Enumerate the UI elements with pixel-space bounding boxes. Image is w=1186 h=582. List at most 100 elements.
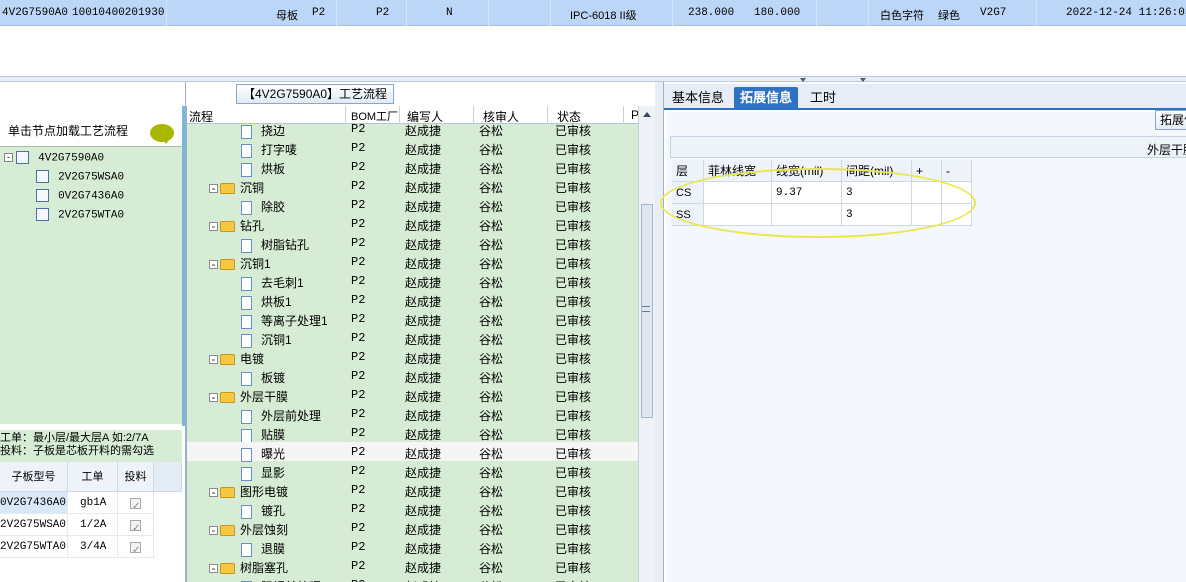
process-step-label: 外层蚀刻 bbox=[240, 523, 289, 537]
table-row[interactable]: 树脂钻孔 P2 赵成捷 谷松 已审核 bbox=[187, 233, 638, 253]
process-step-cell: 外层前处理 bbox=[241, 407, 321, 424]
tree-node-child[interactable]: 2V2G75WTA0 bbox=[36, 208, 124, 221]
table-cell[interactable]: 2V2G75WSA0 bbox=[0, 514, 68, 536]
document-icon bbox=[241, 333, 252, 348]
grade-cell: IPC-6018 II级 bbox=[570, 10, 637, 22]
table-row[interactable]: 烘板1 P2 赵成捷 谷松 已审核 bbox=[187, 290, 638, 310]
bom-factory-cell: P2 bbox=[351, 388, 366, 402]
table-row[interactable]: 烘板 P2 赵成捷 谷松 已审核 bbox=[187, 157, 638, 177]
process-flow-grid: 流程 BOM工厂 编写人 核审人 状态 P 挠边P2赵成捷谷松已审核打字唛P2赵… bbox=[186, 106, 638, 582]
status-cell: 已审核 bbox=[555, 257, 592, 271]
table-row[interactable]: - 树脂塞孔 P2 赵成捷 谷松 已审核 bbox=[187, 556, 638, 575]
order-number-cell: 10010400201930 bbox=[72, 7, 165, 19]
table-cell[interactable] bbox=[118, 514, 154, 536]
collapse-icon[interactable]: - bbox=[209, 182, 218, 194]
table-row[interactable]: - 图形电镀 P2 赵成捷 谷松 已审核 bbox=[187, 480, 638, 499]
collapse-icon[interactable]: - bbox=[209, 391, 218, 403]
table-cell[interactable] bbox=[118, 492, 154, 514]
vertical-splitter[interactable] bbox=[655, 82, 664, 582]
vertical-scrollbar[interactable] bbox=[638, 106, 655, 582]
table-row[interactable]: 贴膜 P2 赵成捷 谷松 已审核 bbox=[187, 423, 638, 443]
collapse-icon[interactable]: - bbox=[209, 258, 218, 270]
table-row[interactable]: 去毛刺1 P2 赵成捷 谷松 已审核 bbox=[187, 271, 638, 291]
process-step-cell: - 图形电镀 bbox=[209, 483, 288, 500]
selected-order-row[interactable]: 4V2G7590A0 10010400201930 母板 P2 P2 N IPC… bbox=[0, 0, 1186, 26]
table-row[interactable]: 曝光 P2 赵成捷 谷松 已审核 bbox=[187, 442, 638, 462]
column-header[interactable]: 投料 bbox=[118, 462, 154, 492]
table-cell[interactable]: 3/4A bbox=[68, 536, 118, 558]
writer-cell: 赵成捷 bbox=[405, 578, 441, 582]
bom-factory-cell: P2 bbox=[351, 540, 366, 554]
table-cell[interactable]: gb1A bbox=[68, 492, 118, 514]
writer-cell: 赵成捷 bbox=[405, 504, 442, 518]
folder-icon bbox=[220, 487, 235, 499]
table-row[interactable]: 镀孔 P2 赵成捷 谷松 已审核 bbox=[187, 499, 638, 519]
table-row[interactable]: - 沉铜 P2 赵成捷 谷松 已审核 bbox=[187, 176, 638, 195]
process-step-cell: 镀孔 bbox=[241, 502, 285, 519]
column-header[interactable]: - bbox=[942, 160, 972, 182]
table-row[interactable]: - 外层蚀刻 P2 赵成捷 谷松 已审核 bbox=[187, 518, 638, 537]
writer-cell: 赵成捷 bbox=[405, 523, 442, 537]
highlight-ellipse bbox=[660, 168, 976, 238]
tree-node-child[interactable]: 2V2G75WSA0 bbox=[36, 170, 124, 183]
table-row[interactable]: 等离子处理1 P2 赵成捷 谷松 已审核 bbox=[187, 309, 638, 329]
writer-cell: 赵成捷 bbox=[405, 257, 442, 271]
feed-checkbox[interactable] bbox=[130, 540, 141, 557]
table-row[interactable]: 退膜 P2 赵成捷 谷松 已审核 bbox=[187, 537, 638, 557]
table-row[interactable]: 外层前处理 P2 赵成捷 谷松 已审核 bbox=[187, 404, 638, 424]
splitter-arrow-icon[interactable] bbox=[800, 78, 806, 82]
splitter-arrow-icon[interactable] bbox=[860, 78, 866, 82]
reviewer-cell: 谷松 bbox=[479, 466, 504, 480]
comment-bubble-icon[interactable] bbox=[150, 124, 174, 144]
tree-node-child[interactable]: 0V2G7436A0 bbox=[36, 189, 124, 202]
collapse-icon[interactable]: - bbox=[209, 353, 218, 365]
process-step-label: 沉铜1 bbox=[240, 257, 271, 271]
table-row[interactable]: - 电镀 P2 赵成捷 谷松 已审核 bbox=[187, 347, 638, 366]
tab-work-hours[interactable]: 工时 bbox=[804, 87, 842, 109]
process-step-label: 去毛刺1 bbox=[261, 276, 304, 290]
status-cell: 已审核 bbox=[555, 143, 592, 157]
writer-cell: 赵成捷 bbox=[405, 295, 442, 309]
collapse-icon[interactable]: - bbox=[209, 562, 218, 574]
scroll-up-icon[interactable] bbox=[643, 112, 651, 117]
column-header[interactable]: 子板型号 bbox=[0, 462, 68, 492]
table-row[interactable]: - 钻孔 P2 赵成捷 谷松 已审核 bbox=[187, 214, 638, 233]
writer-cell: 赵成捷 bbox=[405, 485, 442, 499]
table-cell[interactable]: 0V2G7436A0 bbox=[0, 492, 68, 514]
collapse-icon[interactable]: - bbox=[4, 153, 13, 162]
process-step-cell: 阻焊前处理 bbox=[241, 578, 321, 582]
tree-node-root[interactable]: - 4V2G7590A0 bbox=[4, 151, 104, 164]
feed-checkbox[interactable] bbox=[130, 518, 141, 535]
process-step-label: 除胶 bbox=[261, 200, 286, 214]
tab-extended-info[interactable]: 拓展信息 bbox=[734, 87, 799, 109]
collapse-icon[interactable]: - bbox=[209, 524, 218, 536]
process-step-label: 电镀 bbox=[240, 352, 265, 366]
reviewer-cell: 谷松 bbox=[479, 485, 504, 499]
table-row[interactable]: 沉铜1 P2 赵成捷 谷松 已审核 bbox=[187, 328, 638, 348]
table-row[interactable]: 挠边 P2 赵成捷 谷松 已审核 bbox=[187, 119, 638, 139]
process-step-label: 退膜 bbox=[261, 542, 286, 556]
table-row[interactable]: - 沉铜1 P2 赵成捷 谷松 已审核 bbox=[187, 252, 638, 271]
reviewer-cell: 谷松 bbox=[479, 162, 504, 176]
feed-checkbox[interactable] bbox=[130, 496, 141, 513]
table-row[interactable]: 阻焊前处理 P2 赵成捷 谷松 已审核 bbox=[187, 575, 638, 582]
folder-icon bbox=[220, 221, 235, 233]
collapse-icon[interactable]: - bbox=[209, 220, 218, 232]
reviewer-cell: 谷松 bbox=[479, 409, 504, 423]
status-cell: 已审核 bbox=[555, 238, 592, 252]
table-cell[interactable]: 1/2A bbox=[68, 514, 118, 536]
collapse-icon[interactable]: - bbox=[209, 486, 218, 498]
table-row[interactable]: 除胶 P2 赵成捷 谷松 已审核 bbox=[187, 195, 638, 215]
table-row[interactable]: 打字唛 P2 赵成捷 谷松 已审核 bbox=[187, 138, 638, 158]
table-row[interactable]: 板镀 P2 赵成捷 谷松 已审核 bbox=[187, 366, 638, 386]
process-step-cell: - 电镀 bbox=[209, 350, 264, 367]
table-row[interactable]: - 外层干膜 P2 赵成捷 谷松 已审核 bbox=[187, 385, 638, 404]
table-cell[interactable]: 2V2G75WTA0 bbox=[0, 536, 68, 558]
tab-basic-info[interactable]: 基本信息 bbox=[666, 87, 730, 109]
table-cell[interactable] bbox=[118, 536, 154, 558]
column-header[interactable]: 工单 bbox=[68, 462, 118, 492]
extended-info-button[interactable]: 拓展信息 bbox=[1155, 110, 1186, 130]
instruction-note: 工单：最小层/最大层A 如:2/7A 投料：子板是芯板开料的需勾选 bbox=[0, 430, 182, 464]
table-row[interactable]: 显影 P2 赵成捷 谷松 已审核 bbox=[187, 461, 638, 481]
bom-factory-cell: P2 bbox=[351, 141, 366, 155]
